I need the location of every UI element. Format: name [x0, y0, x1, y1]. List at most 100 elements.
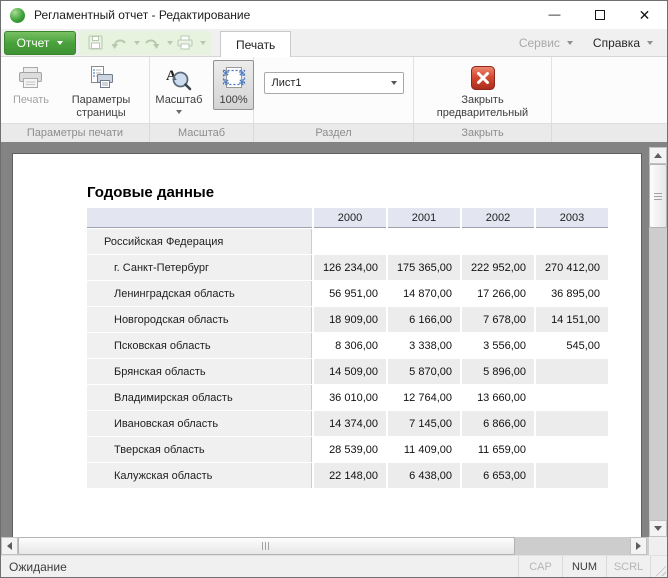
quick-print-caret-icon [200, 41, 206, 45]
page-setup-button[interactable]: Параметры страницы [59, 60, 143, 124]
help-menu-label: Справка [593, 36, 640, 50]
value-cell: 6 166,00 [388, 307, 460, 332]
scrollbar-corner [649, 537, 667, 555]
value-cell [536, 385, 608, 410]
table-row: Брянская область14 509,005 870,005 896,0… [87, 359, 608, 384]
value-cell: 36 895,00 [536, 281, 608, 306]
group-label-print-settings: Параметры печати [1, 124, 150, 142]
table-row: Новгородская область18 909,006 166,007 6… [87, 307, 608, 332]
report-page: Годовые данные 2000200120022003 Российск… [12, 153, 642, 555]
region-label-cell: Псковская область [87, 333, 312, 358]
value-cell [536, 463, 608, 488]
value-cell: 5 870,00 [388, 359, 460, 384]
value-cell [536, 437, 608, 462]
minimize-button[interactable]: — [532, 1, 577, 29]
zoom-100-button[interactable]: 100% [213, 60, 253, 110]
value-cell: 14 509,00 [314, 359, 386, 384]
year-column-header: 2000 [314, 208, 386, 228]
ribbon: Печать Параметры страницы A Масштаб [1, 57, 667, 123]
report-menu-button[interactable]: Отчет [4, 31, 76, 55]
table-row: Российская Федерация [87, 229, 608, 254]
value-cell: 11 409,00 [388, 437, 460, 462]
quick-print-icon [173, 35, 197, 51]
scale-button-label: Масштаб [155, 94, 202, 107]
value-cell: 5 896,00 [462, 359, 534, 384]
value-cell: 175 365,00 [388, 255, 460, 280]
value-cell: 14 151,00 [536, 307, 608, 332]
ribbon-group-close: Закрыть предварительный просмотр [414, 57, 552, 123]
arrow-down-icon [654, 526, 662, 531]
group-label-scale: Масштаб [150, 124, 254, 142]
keyboard-indicator-scrl: SCRL [606, 556, 650, 577]
ribbon-group-scale: A Масштаб 100% [150, 57, 254, 123]
resize-grip[interactable] [653, 563, 666, 576]
table-row: Ленинградская область56 951,0014 870,001… [87, 281, 608, 306]
sheet-selector[interactable]: Лист1 [264, 72, 404, 94]
value-cell: 36 010,00 [314, 385, 386, 410]
year-column-header: 2001 [388, 208, 460, 228]
region-label-cell: Ленинградская область [87, 281, 312, 306]
region-label-cell: Владимирская область [87, 385, 312, 410]
value-cell: 222 952,00 [462, 255, 534, 280]
value-cell: 6 653,00 [462, 463, 534, 488]
value-cell: 8 306,00 [314, 333, 386, 358]
status-text: Ожидание [1, 560, 67, 574]
region-label-cell: Ивановская область [87, 411, 312, 436]
close-preview-icon [470, 64, 496, 92]
value-cell: 12 764,00 [388, 385, 460, 410]
value-cell [462, 229, 534, 254]
value-cell [536, 359, 608, 384]
maximize-icon [595, 10, 605, 20]
report-body: Российская Федерацияг. Санкт-Петербург12… [87, 229, 608, 488]
help-menu[interactable]: Справка [583, 31, 663, 55]
undo-icon [107, 35, 131, 51]
page-setup-label: Параметры страницы [65, 94, 137, 120]
value-cell: 13 660,00 [462, 385, 534, 410]
scale-button[interactable]: A Масштаб [149, 60, 208, 118]
scroll-left-button[interactable] [1, 537, 18, 555]
vertical-scrollbar[interactable] [649, 147, 667, 537]
status-indicators: CAPNUMSCRL [518, 556, 651, 577]
sheet-selector-value: Лист1 [265, 77, 385, 89]
year-column-header: 2002 [462, 208, 534, 228]
value-cell [314, 229, 386, 254]
horizontal-scroll-thumb[interactable] [18, 537, 515, 555]
save-icon [84, 34, 107, 51]
value-cell: 22 148,00 [314, 463, 386, 488]
scroll-down-button[interactable] [649, 520, 667, 537]
vertical-scroll-thumb[interactable] [649, 164, 667, 228]
thumb-grip-icon [654, 192, 662, 200]
value-cell: 14 374,00 [314, 411, 386, 436]
scroll-up-button[interactable] [649, 147, 667, 164]
report-title: Годовые данные [87, 184, 214, 201]
corner-header-cell [87, 208, 312, 228]
group-label-section: Раздел [254, 124, 414, 142]
arrow-left-icon [7, 542, 12, 550]
window-controls: — ✕ [532, 1, 667, 29]
table-row: Владимирская область36 010,0012 764,0013… [87, 385, 608, 410]
value-cell: 545,00 [536, 333, 608, 358]
scroll-right-button[interactable] [630, 537, 647, 555]
value-cell: 56 951,00 [314, 281, 386, 306]
scale-icon: A [165, 64, 192, 92]
printer-icon [17, 64, 44, 92]
value-cell: 3 556,00 [462, 333, 534, 358]
page-setup-icon [88, 64, 115, 92]
tab-print[interactable]: Печать [220, 31, 291, 57]
value-cell: 7 678,00 [462, 307, 534, 332]
print-button-label: Печать [13, 94, 49, 107]
close-button[interactable]: ✕ [622, 1, 667, 29]
close-icon: ✕ [639, 7, 651, 24]
value-cell: 17 266,00 [462, 281, 534, 306]
sheet-selector-caret-icon[interactable] [385, 81, 403, 85]
value-cell: 18 909,00 [314, 307, 386, 332]
horizontal-scrollbar[interactable] [1, 537, 649, 555]
group-label-close: Закрыть [414, 124, 552, 142]
maximize-button[interactable] [577, 1, 622, 29]
table-row: Псковская область8 306,003 338,003 556,0… [87, 333, 608, 358]
help-caret-icon [647, 41, 653, 45]
region-label-cell: Калужская область [87, 463, 312, 488]
ribbon-group-print-settings: Печать Параметры страницы [1, 57, 150, 123]
region-label-cell: Новгородская область [87, 307, 312, 332]
app-window: Регламентный отчет - Редактирование — ✕ … [0, 0, 668, 578]
